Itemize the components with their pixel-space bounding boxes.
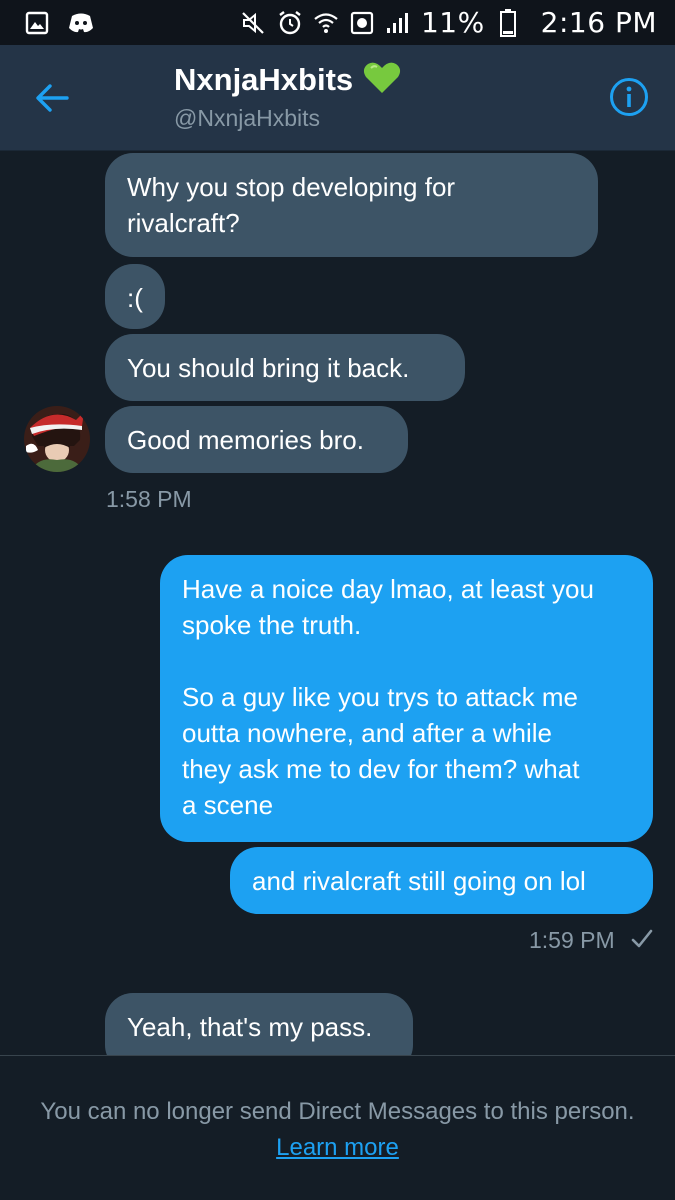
data-saver-icon	[349, 10, 375, 36]
back-button[interactable]	[28, 78, 76, 118]
notice-text: You can no longer send Direct Messages t…	[40, 1098, 635, 1125]
message-thread[interactable]: Why you stop developing for rivalcraft? …	[0, 151, 675, 1055]
incoming-message[interactable]: You should bring it back.	[105, 334, 465, 401]
status-bar: 11% 2:16 PM	[0, 0, 675, 45]
outgoing-message[interactable]: Have a noice day lmao, at least you spok…	[160, 555, 653, 842]
incoming-message[interactable]: :(	[105, 264, 165, 329]
back-arrow-icon	[36, 84, 69, 112]
dm-disabled-notice: You can no longer send Direct Messages t…	[0, 1055, 675, 1200]
mute-icon	[241, 10, 267, 36]
gallery-icon	[24, 10, 50, 36]
incoming-message[interactable]: Yeah, that's my pass.	[105, 993, 413, 1055]
incoming-message[interactable]: Good memories bro.	[105, 406, 408, 473]
battery-icon	[495, 8, 521, 37]
incoming-message[interactable]: Why you stop developing for rivalcraft?	[105, 153, 598, 257]
green-heart-icon	[363, 61, 401, 99]
discord-icon	[68, 10, 94, 36]
conversation-header: NxnjaHxbits @NxnjaHxbits	[0, 45, 675, 151]
wifi-icon	[313, 10, 339, 36]
battery-percent: 11%	[420, 6, 485, 39]
alarm-icon	[277, 10, 303, 36]
outgoing-message[interactable]: and rivalcraft still going on lol	[230, 847, 653, 914]
info-icon	[610, 78, 648, 116]
avatar[interactable]	[24, 406, 90, 472]
message-timestamp: 1:58 PM	[106, 486, 192, 512]
contact-handle: @NxnjaHxbits	[174, 105, 321, 131]
contact-display-name: NxnjaHxbits	[174, 62, 354, 97]
checkmark-icon	[630, 928, 654, 954]
signal-icon	[385, 10, 411, 36]
info-button[interactable]	[609, 77, 649, 117]
message-timestamp: 1:59 PM	[529, 927, 615, 953]
learn-more-link[interactable]: Learn more	[276, 1134, 399, 1161]
status-time: 2:16 PM	[540, 6, 657, 39]
header-title: NxnjaHxbits @NxnjaHxbits	[174, 61, 401, 132]
